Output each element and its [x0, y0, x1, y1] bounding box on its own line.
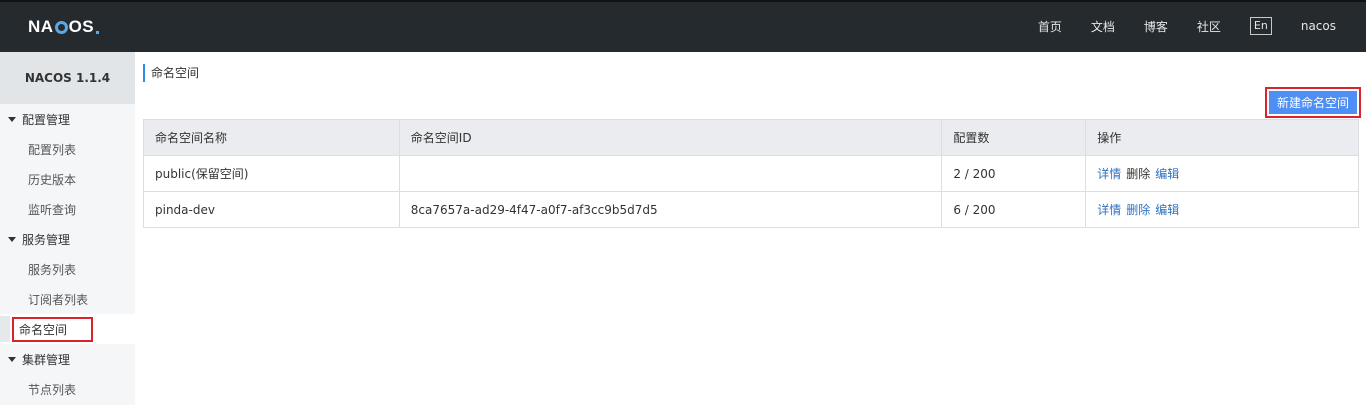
sidebar-item-subscribers[interactable]: 订阅者列表 — [0, 284, 135, 314]
details-link[interactable]: 详情 — [1097, 167, 1121, 181]
table-row: public(保留空间) 2 / 200 详情 删除 编辑 — [143, 155, 1359, 192]
sidebar-item-service-list[interactable]: 服务列表 — [0, 254, 135, 284]
column-header-id: 命名空间ID — [398, 119, 943, 156]
table-header-row: 命名空间名称 命名空间ID 配置数 操作 — [143, 119, 1359, 156]
config-count-cell: 6 / 200 — [941, 191, 1087, 228]
namespace-name-cell: pinda-dev — [143, 191, 400, 228]
config-count-cell: 2 / 200 — [941, 155, 1087, 192]
new-namespace-button-highlight: 新建命名空间 — [1265, 87, 1361, 118]
logo-text-start: NA — [28, 17, 54, 36]
sidebar-item-listener-query[interactable]: 监听查询 — [0, 194, 135, 224]
new-namespace-button[interactable]: 新建命名空间 — [1269, 91, 1357, 114]
sidebar-item-history[interactable]: 历史版本 — [0, 164, 135, 194]
page-title: 命名空间 — [143, 64, 199, 82]
delete-link[interactable]: 删除 — [1126, 203, 1150, 217]
actions-cell: 详情 删除 编辑 — [1085, 155, 1359, 192]
edit-link[interactable]: 编辑 — [1155, 203, 1179, 217]
nav-home[interactable]: 首页 — [1038, 18, 1062, 35]
user-menu[interactable]: nacos — [1301, 19, 1336, 33]
logo-dot-icon — [96, 30, 100, 34]
logo-text-end: OS — [68, 17, 95, 36]
logo-ring-icon — [54, 20, 68, 34]
nav-community[interactable]: 社区 — [1197, 18, 1221, 35]
caret-down-icon — [8, 236, 16, 242]
sidebar-item-label: 命名空间 — [12, 316, 94, 342]
sidebar-group-label: 服务管理 — [22, 232, 71, 247]
namespace-table: 命名空间名称 命名空间ID 配置数 操作 public(保留空间) 2 / 20… — [143, 119, 1359, 228]
top-navbar: NA OS 首页 文档 博客 社区 En nacos — [0, 0, 1366, 52]
sidebar-item-config-list[interactable]: 配置列表 — [0, 134, 135, 164]
sidebar: NACOS 1.1.4 配置管理 配置列表 历史版本 监听查询 服务管理 服务列… — [0, 52, 135, 405]
version-label: NACOS 1.1.4 — [0, 52, 135, 104]
actions-cell: 详情 删除 编辑 — [1085, 191, 1359, 228]
sidebar-group-cluster[interactable]: 集群管理 — [0, 344, 135, 374]
edit-link[interactable]: 编辑 — [1155, 167, 1179, 181]
sidebar-group-label: 配置管理 — [22, 112, 71, 127]
nacos-logo[interactable]: NA OS — [28, 17, 100, 37]
language-toggle[interactable]: En — [1249, 17, 1272, 35]
caret-down-icon — [8, 116, 16, 122]
main-content: 命名空间 新建命名空间 命名空间名称 命名空间ID 配置数 操作 public(… — [135, 52, 1366, 405]
sidebar-item-node-list[interactable]: 节点列表 — [0, 374, 135, 404]
top-nav-links: 首页 文档 博客 社区 En nacos — [1038, 0, 1366, 52]
table-row: pinda-dev 8ca7657a-ad29-4f47-a0f7-af3cc9… — [143, 191, 1359, 228]
sidebar-group-config[interactable]: 配置管理 — [0, 104, 135, 134]
sidebar-group-label: 集群管理 — [22, 352, 71, 367]
column-header-actions: 操作 — [1085, 119, 1359, 156]
details-link[interactable]: 详情 — [1097, 203, 1121, 217]
namespace-name-cell: public(保留空间) — [143, 155, 400, 192]
column-header-config-count: 配置数 — [941, 119, 1087, 156]
column-header-name: 命名空间名称 — [143, 119, 400, 156]
nav-docs[interactable]: 文档 — [1091, 18, 1115, 35]
namespace-id-cell — [398, 155, 943, 192]
delete-link[interactable]: 删除 — [1126, 167, 1150, 181]
namespace-id-cell: 8ca7657a-ad29-4f47-a0f7-af3cc9b5d7d5 — [398, 191, 943, 228]
caret-down-icon — [8, 356, 16, 362]
sidebar-group-service[interactable]: 服务管理 — [0, 224, 135, 254]
nav-blog[interactable]: 博客 — [1144, 18, 1168, 35]
sidebar-item-namespace[interactable]: 命名空间 — [0, 314, 135, 344]
